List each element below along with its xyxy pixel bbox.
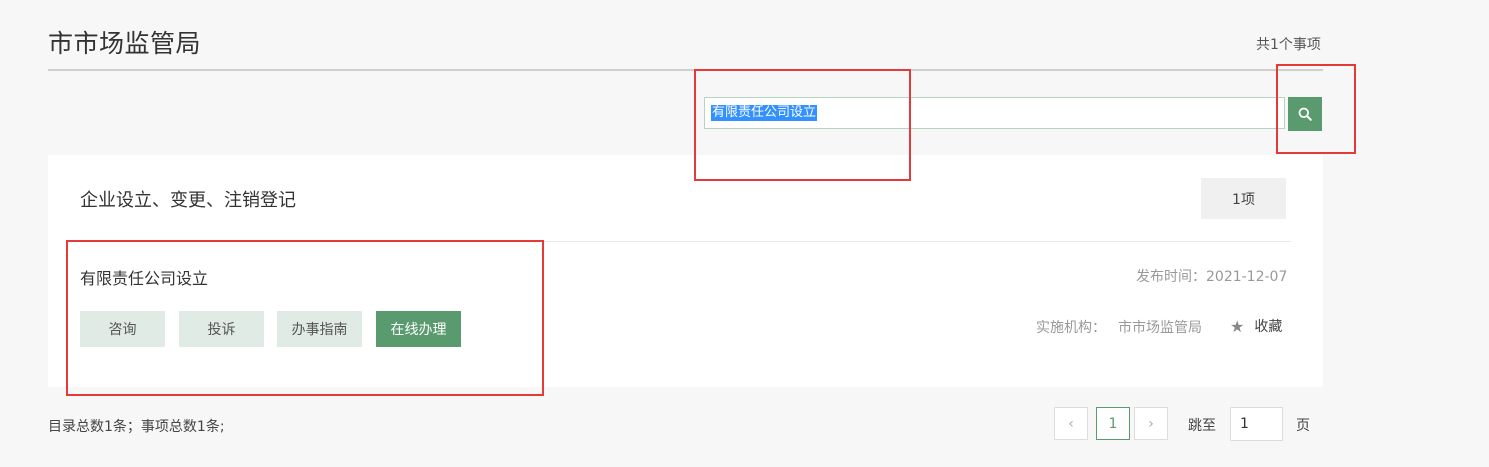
agency-label: 实施机构：	[1036, 320, 1106, 336]
jump-label: 跳至	[1188, 418, 1216, 434]
agency-value: 市市场监管局	[1118, 320, 1202, 336]
highlight-box-item	[66, 240, 544, 396]
highlight-box-search-button	[1276, 64, 1356, 154]
implementing-agency: 实施机构： 市市场监管局	[1036, 317, 1202, 337]
title-divider	[48, 69, 1323, 71]
publish-time: 发布时间：2021-12-07	[1136, 266, 1287, 286]
page-suffix: 页	[1296, 418, 1310, 434]
favorite-label: 收藏	[1254, 319, 1283, 335]
total-count: 共1个事项	[1256, 37, 1321, 53]
publish-time-value: 2021-12-07	[1206, 269, 1288, 285]
page-number-current[interactable]: 1	[1096, 407, 1130, 440]
favorite-button[interactable]: ★ 收藏	[1230, 316, 1282, 336]
next-page-button[interactable]: ›	[1134, 407, 1168, 440]
category-title: 企业设立、变更、注销登记	[80, 190, 296, 211]
prev-page-button[interactable]: ‹	[1054, 407, 1088, 440]
publish-time-label: 发布时间：	[1136, 269, 1206, 285]
page-title: 市市场监管局	[48, 29, 202, 58]
highlight-box-search-text	[694, 69, 911, 181]
result-summary: 目录总数1条；事项总数1条;	[48, 419, 225, 435]
jump-page-input[interactable]: 1	[1230, 407, 1283, 441]
star-icon: ★	[1230, 316, 1245, 336]
category-count-badge[interactable]: 1项	[1201, 178, 1286, 219]
